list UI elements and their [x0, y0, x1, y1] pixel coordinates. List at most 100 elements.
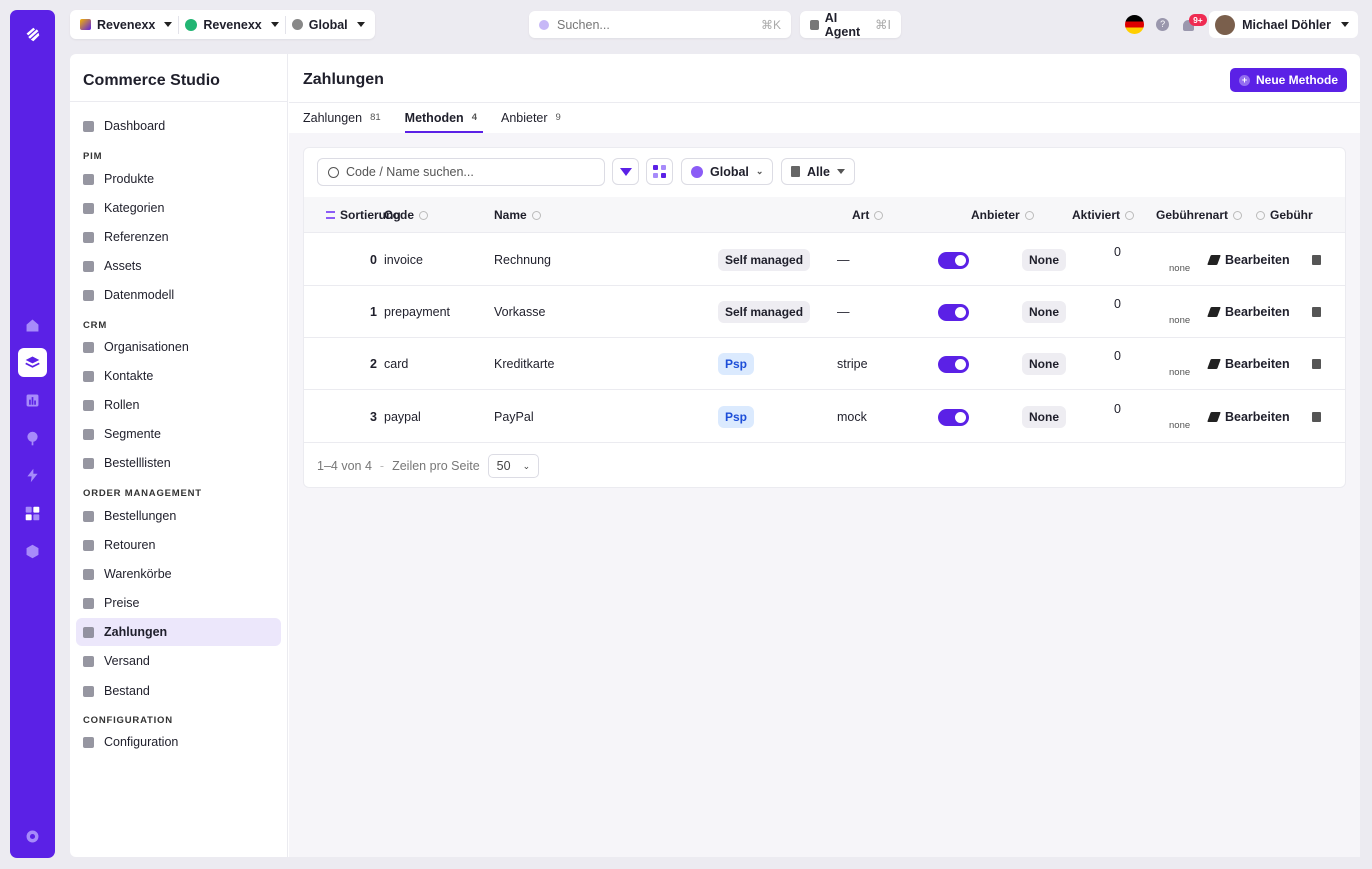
notifications[interactable]: 9+ — [1181, 13, 1207, 33]
column-header-anbieter[interactable]: Anbieter — [971, 197, 1034, 233]
workspace-selector[interactable]: Revenexx — [74, 14, 178, 36]
sidebar-item-zahlungen[interactable]: Zahlungen — [76, 618, 281, 646]
edit-label: Bearbeiten — [1225, 253, 1290, 267]
tab-anbieter[interactable]: Anbieter 9 — [501, 102, 563, 133]
column-header-gebuehrenart[interactable]: Gebührenart — [1156, 197, 1243, 233]
edit-button[interactable]: Bearbeiten — [1207, 234, 1290, 286]
sidebar-item-versand[interactable]: Versand — [76, 647, 281, 675]
sidebar-item-label: Bestand — [104, 684, 150, 698]
tab-label: Methoden — [404, 110, 464, 125]
trash-icon — [1312, 307, 1321, 317]
notification-badge: 9+ — [1189, 13, 1207, 26]
view-toggle-button[interactable] — [646, 158, 673, 185]
code-value: paypal — [384, 410, 421, 424]
building-icon — [83, 341, 94, 353]
sidebar-item-bestand[interactable]: Bestand — [76, 677, 281, 705]
enabled-toggle[interactable] — [938, 303, 969, 321]
settings-icon[interactable] — [18, 822, 47, 851]
sidebar-item-produkte[interactable]: Produkte — [76, 165, 281, 193]
table-row[interactable]: 1 prepayment Vorkasse Self managed — Non… — [304, 286, 1345, 338]
column-label: Gebühr — [1270, 208, 1313, 222]
tab-bar: Zahlungen 81 Methoden 4 Anbieter 9 — [303, 102, 563, 133]
enabled-toggle[interactable] — [938, 408, 969, 426]
home-icon[interactable] — [18, 311, 47, 340]
table-row[interactable]: 0 invoice Rechnung Self managed — None 0… — [304, 234, 1345, 286]
help-icon[interactable]: ? — [1156, 18, 1170, 31]
ai-agent-button[interactable]: AI Agent ⌘I — [800, 11, 901, 39]
fee-value: 0 — [1114, 297, 1121, 311]
tab-methoden[interactable]: Methoden 4 — [404, 102, 484, 133]
chevron-down-icon — [356, 22, 365, 27]
bolt-icon[interactable] — [18, 461, 47, 490]
shield-icon — [83, 399, 94, 411]
sort-toggle-icon — [419, 210, 428, 220]
tab-zahlungen[interactable]: Zahlungen 81 — [303, 102, 383, 133]
location-icon[interactable] — [18, 424, 47, 453]
fee-value: 0 — [1114, 349, 1121, 363]
apps-icon[interactable] — [18, 499, 47, 528]
sidebar-item-dashboard[interactable]: Dashboard — [76, 112, 281, 140]
sidebar-item-bestellungen[interactable]: Bestellungen — [76, 502, 281, 530]
edit-button[interactable]: Bearbeiten — [1207, 391, 1290, 443]
delete-button[interactable] — [1312, 391, 1321, 443]
sidebar-item-rollen[interactable]: Rollen — [76, 391, 281, 419]
chevron-down-icon: ⌄ — [755, 166, 764, 176]
ai-shortcut: ⌘I — [875, 18, 891, 32]
pencil-icon — [1207, 412, 1221, 422]
sidebar-item-datenmodell[interactable]: Datenmodell — [76, 281, 281, 309]
sidebar-item-assets[interactable]: Assets — [76, 252, 281, 280]
chart-icon[interactable] — [18, 386, 47, 415]
sort-toggle-icon — [1024, 210, 1034, 220]
enabled-toggle[interactable] — [938, 355, 969, 373]
box-icon[interactable] — [18, 537, 47, 566]
section-configuration: CONFIGURATION — [83, 715, 173, 726]
edit-button[interactable]: Bearbeiten — [1207, 338, 1290, 390]
top-bar: Revenexx Revenexx Global Suchen... ⌘K AI… — [62, 0, 1372, 50]
return-icon — [83, 539, 94, 551]
code-search-input[interactable]: Code / Name suchen... — [317, 158, 605, 186]
tenant-selector[interactable]: Revenexx — [179, 14, 284, 36]
fee-type-chip: None — [1022, 249, 1066, 271]
column-label: Aktiviert — [1072, 208, 1121, 222]
delete-button[interactable] — [1312, 286, 1321, 338]
sidebar-item-warenkoerbe[interactable]: Warenkörbe — [76, 560, 281, 588]
status-filter-dropdown[interactable]: Alle — [781, 158, 855, 185]
sidebar-item-organisationen[interactable]: Organisationen — [76, 333, 281, 361]
globe-icon — [291, 19, 303, 30]
sidebar-item-preise[interactable]: Preise — [76, 589, 281, 617]
layers-icon[interactable] — [18, 348, 47, 377]
flag-de-icon[interactable] — [1125, 15, 1145, 34]
sidebar-item-bestelllisten[interactable]: Bestelllisten — [76, 449, 281, 477]
new-method-button[interactable]: + Neue Methode — [1229, 68, 1347, 92]
rows-per-page-select[interactable]: 50 ⌄ — [487, 454, 540, 478]
sidebar-item-kategorien[interactable]: Kategorien — [76, 194, 281, 222]
user-menu[interactable]: Michael Döhler — [1209, 11, 1358, 38]
table-row[interactable]: 3 paypal PayPal Psp mock None 0 none Bea… — [304, 391, 1345, 443]
column-header-gebuehr[interactable]: Gebühr — [1256, 197, 1313, 233]
sidebar-item-referenzen[interactable]: Referenzen — [76, 223, 281, 251]
scope-filter-dropdown[interactable]: Global ⌄ — [681, 158, 774, 185]
delete-button[interactable] — [1312, 338, 1321, 390]
grid-icon — [83, 289, 94, 301]
scope-selector[interactable]: Global — [286, 14, 371, 36]
pagination-separator: - — [379, 459, 385, 473]
column-header-code[interactable]: Code — [384, 197, 428, 233]
sidebar-item-retouren[interactable]: Retouren — [76, 531, 281, 559]
filter-button[interactable] — [612, 158, 639, 185]
search-shortcut: ⌘K — [760, 17, 781, 32]
column-header-name[interactable]: Name — [494, 197, 541, 233]
sidebar-item-configuration[interactable]: Configuration — [76, 728, 281, 756]
search-icon — [539, 19, 549, 30]
sidebar-item-label: Referenzen — [104, 230, 169, 244]
app-logo-icon[interactable] — [18, 20, 47, 49]
sidebar-item-segmente[interactable]: Segmente — [76, 420, 281, 448]
sidebar-item-kontakte[interactable]: Kontakte — [76, 362, 281, 390]
table-row[interactable]: 2 card Kreditkarte Psp stripe None 0 non… — [304, 338, 1345, 390]
delete-button[interactable] — [1312, 234, 1321, 286]
edit-button[interactable]: Bearbeiten — [1207, 286, 1290, 338]
column-header-aktiviert[interactable]: Aktiviert — [1072, 197, 1135, 233]
column-header-art[interactable]: Art — [852, 197, 884, 233]
enabled-toggle[interactable] — [938, 251, 969, 269]
global-search[interactable]: Suchen... ⌘K — [529, 11, 791, 38]
sidebar-item-label: Dashboard — [104, 119, 166, 133]
